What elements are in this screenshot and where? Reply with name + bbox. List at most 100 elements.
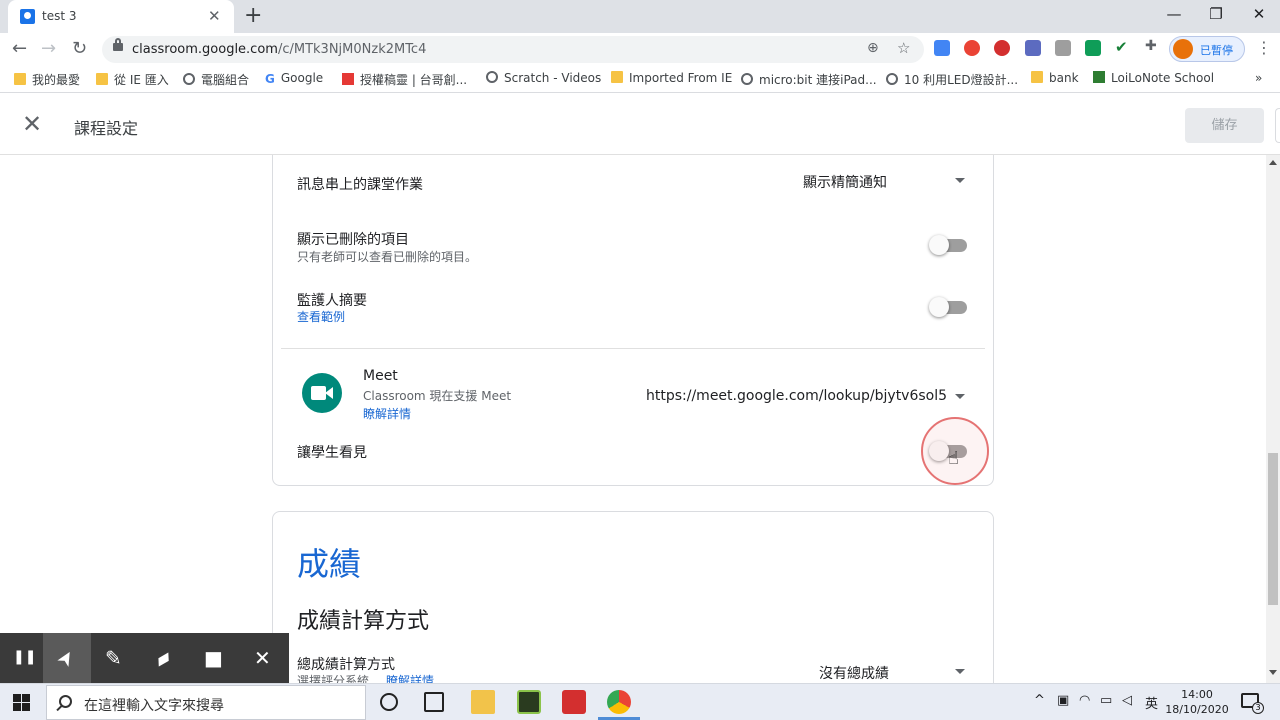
camera-button[interactable]: ■ xyxy=(190,633,238,683)
windows-start-icon[interactable] xyxy=(13,694,30,711)
view-example-link[interactable]: 查看範例 xyxy=(297,308,345,325)
taskbar-search-input[interactable]: 在這裡輸入文字來搜尋 xyxy=(46,685,366,720)
windows-taskbar: 在這裡輸入文字來搜尋 ^ ▣ ◠ ▭ ◁ 英 14:00 18/10/2020 … xyxy=(0,683,1280,720)
chrome-icon[interactable] xyxy=(607,690,631,714)
globe-icon xyxy=(886,73,898,85)
clock-time: 14:00 xyxy=(1181,688,1213,701)
chevron-down-icon[interactable] xyxy=(955,178,965,183)
meet-learn-more-link[interactable]: 瞭解詳情 xyxy=(363,405,411,422)
close-icon[interactable]: ✕ xyxy=(22,110,42,138)
search-icon xyxy=(59,695,72,708)
file-explorer-icon[interactable] xyxy=(471,690,495,714)
overall-grade-select[interactable]: 沒有總成績 xyxy=(819,663,889,683)
profile-button[interactable]: 已暫停 xyxy=(1169,36,1245,62)
hand-cursor-icon: ☝ xyxy=(948,448,959,469)
battery-icon[interactable]: ▭ xyxy=(1100,693,1112,708)
reload-icon[interactable]: ↻ xyxy=(72,38,87,59)
checkmark-extension-icon[interactable]: ✔ xyxy=(1115,38,1131,56)
guardian-summary-toggle[interactable] xyxy=(929,296,969,318)
bookmark-item[interactable]: 授權稿靈 | 台哥創... xyxy=(342,71,467,88)
meet-link-select[interactable]: https://meet.google.com/lookup/bjytv6sol… xyxy=(646,388,947,404)
folder-icon xyxy=(96,73,108,85)
page-title: 課程設定 xyxy=(74,119,139,138)
maximize-button[interactable]: ❐ xyxy=(1201,5,1231,23)
bookmark-item[interactable]: Imported From IE xyxy=(611,71,732,85)
scroll-down-arrow-icon[interactable] xyxy=(1269,670,1277,675)
close-window-button[interactable]: ✕ xyxy=(1244,5,1274,23)
highlighter-icon: ▰ xyxy=(150,643,176,673)
show-deleted-label: 顯示已刪除的項目 xyxy=(297,232,409,248)
bookmark-item[interactable]: micro:bit 連接iPad... xyxy=(741,71,877,88)
recorder-close-button[interactable]: ✕ xyxy=(240,633,288,683)
bookmark-item[interactable]: 電腦組合 xyxy=(183,71,249,88)
bookmarks-overflow-icon[interactable]: » xyxy=(1255,71,1262,85)
search-placeholder: 在這裡輸入文字來搜尋 xyxy=(84,698,224,714)
stream-classwork-select[interactable]: 顯示精簡通知 xyxy=(803,172,887,192)
meet-logo-icon xyxy=(302,373,342,413)
task-view-icon[interactable] xyxy=(424,692,444,712)
url-text[interactable]: classroom.google.com/c/MTk3NjM0Nzk2MTc4 xyxy=(132,42,426,57)
bookmark-item[interactable]: 10 利用LED燈設計... xyxy=(886,71,1018,88)
divider xyxy=(281,348,985,349)
browser-tab[interactable]: test 3 ✕ xyxy=(8,0,234,33)
translate-extension-icon[interactable] xyxy=(934,40,950,56)
chevron-down-icon[interactable] xyxy=(955,394,965,399)
grading-card: 成績 成績計算方式 總成績計算方式 選擇評分系統 瞭解詳情 沒有總成績 xyxy=(272,511,994,683)
chrome-menu-icon[interactable]: ⋮ xyxy=(1256,38,1272,57)
ime-indicator[interactable]: 英 xyxy=(1145,693,1158,712)
lock-icon xyxy=(113,38,123,51)
zoom-icon[interactable]: ⊕ xyxy=(867,40,879,56)
pointer-button[interactable]: ➤ xyxy=(43,633,91,683)
bookmarks-bar: 我的最愛 從 IE 匯入 電腦組合 G Google 授權稿靈 | 台哥創... … xyxy=(0,65,1280,93)
show-deleted-toggle[interactable] xyxy=(929,234,969,256)
bookmark-item[interactable]: bank xyxy=(1031,71,1079,85)
meet-title: Meet xyxy=(363,368,398,384)
extensions-puzzle-icon[interactable]: ✚ xyxy=(1145,38,1161,54)
wifi-icon[interactable]: ◠ xyxy=(1079,693,1090,708)
bookmark-item[interactable]: 從 IE 匯入 xyxy=(96,71,169,88)
taskbar-clock[interactable]: 14:00 18/10/2020 xyxy=(1162,687,1232,717)
pen-button[interactable]: ✎ xyxy=(91,633,139,683)
notification-count-badge: 3 xyxy=(1252,702,1264,714)
chevron-down-icon[interactable] xyxy=(955,669,965,674)
page-scrollbar[interactable] xyxy=(1266,155,1280,683)
new-tab-button[interactable]: + xyxy=(244,3,262,28)
extension-d-icon[interactable] xyxy=(1025,40,1041,56)
extension-stop-icon[interactable] xyxy=(994,40,1010,56)
globe-icon xyxy=(741,73,753,85)
app-checklist-icon[interactable] xyxy=(517,690,541,714)
tray-app-icon[interactable]: ▣ xyxy=(1057,693,1069,708)
cortana-icon[interactable] xyxy=(380,693,398,711)
sheets-extension-icon[interactable] xyxy=(1085,40,1101,56)
extension-window-icon[interactable] xyxy=(1055,40,1071,56)
volume-icon[interactable]: ◁ xyxy=(1122,693,1132,708)
stream-classwork-label: 訊息串上的課堂作業 xyxy=(297,177,423,193)
tab-close-icon[interactable]: ✕ xyxy=(208,7,221,25)
highlighter-button[interactable]: ▰ xyxy=(141,633,189,683)
grade-calculation-title: 成績計算方式 xyxy=(297,609,430,634)
scroll-thumb[interactable] xyxy=(1268,453,1278,605)
header-overflow-button[interactable] xyxy=(1275,108,1280,143)
folder-icon xyxy=(14,73,26,85)
minimize-button[interactable]: — xyxy=(1159,5,1189,23)
bookmark-item[interactable]: G Google xyxy=(265,71,323,86)
grades-section-title: 成績 xyxy=(297,545,362,583)
back-arrow-icon[interactable]: ← xyxy=(12,38,27,59)
settings-header: ✕ 課程設定 儲存 xyxy=(0,96,1280,155)
extension-red-icon[interactable] xyxy=(964,40,980,56)
bookmark-star-icon[interactable]: ☆ xyxy=(897,39,910,57)
globe-icon xyxy=(486,71,498,83)
bookmark-item[interactable]: 我的最愛 xyxy=(14,71,80,88)
acrobat-icon[interactable] xyxy=(562,690,586,714)
bookmark-item[interactable]: LoiLoNote School xyxy=(1093,71,1214,85)
bookmark-item[interactable]: Scratch - Videos xyxy=(486,71,601,85)
tray-overflow-icon[interactable]: ^ xyxy=(1034,693,1045,708)
address-bar[interactable]: classroom.google.com/c/MTk3NjM0Nzk2MTc4 … xyxy=(102,36,924,63)
grading-learn-more-link[interactable]: 瞭解詳情 xyxy=(386,672,434,683)
scroll-up-arrow-icon[interactable] xyxy=(1269,160,1277,165)
forward-arrow-icon[interactable]: → xyxy=(41,38,56,59)
pause-button[interactable]: ❚❚ xyxy=(0,633,48,683)
avatar xyxy=(1173,39,1193,59)
show-deleted-desc: 只有老師可以查看已刪除的項目。 xyxy=(297,250,478,264)
save-button[interactable]: 儲存 xyxy=(1185,108,1264,143)
